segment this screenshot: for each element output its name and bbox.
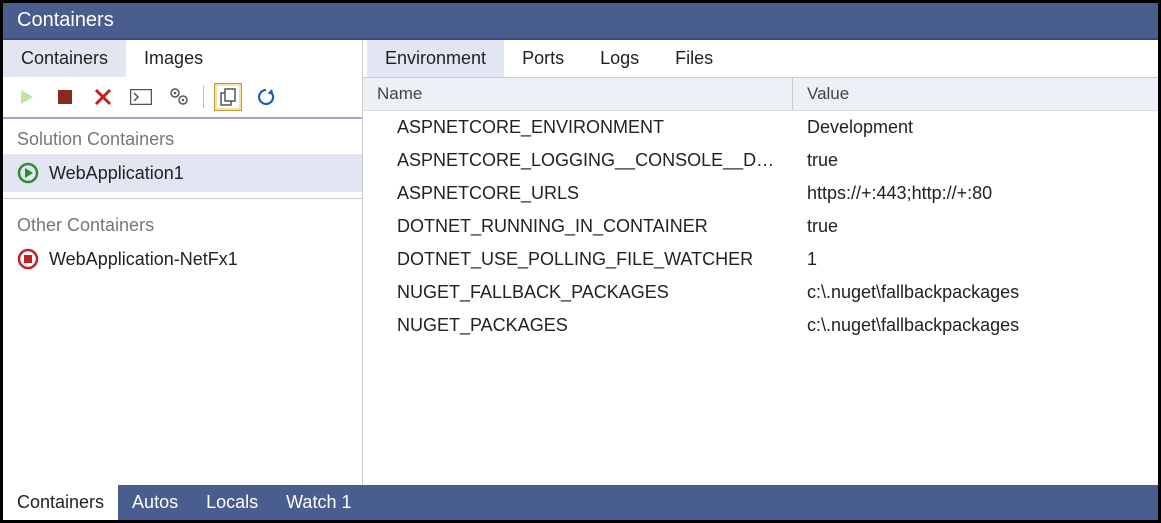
detail-tabstrip: Environment Ports Logs Files <box>363 40 1158 77</box>
env-row[interactable]: ASPNETCORE_URLShttps://+:443;http://+:80 <box>363 177 1158 210</box>
bottom-tab-autos[interactable]: Autos <box>118 485 192 520</box>
terminal-button[interactable] <box>127 83 155 111</box>
env-row[interactable]: DOTNET_RUNNING_IN_CONTAINERtrue <box>363 210 1158 243</box>
tab-ports[interactable]: Ports <box>504 40 582 77</box>
env-var-value: c:\.nuget\fallbackpackages <box>793 282 1158 303</box>
env-row[interactable]: ASPNETCORE_LOGGING__CONSOLE__DISA…true <box>363 144 1158 177</box>
env-var-value: c:\.nuget\fallbackpackages <box>793 315 1158 336</box>
env-var-name: DOTNET_USE_POLLING_FILE_WATCHER <box>363 249 793 270</box>
container-item-label: WebApplication-NetFx1 <box>49 249 238 270</box>
solution-containers-header: Solution Containers <box>3 119 362 154</box>
env-var-name: ASPNETCORE_ENVIRONMENT <box>363 117 793 138</box>
column-header-name[interactable]: Name <box>363 78 793 110</box>
env-grid-body: ASPNETCORE_ENVIRONMENTDevelopmentASPNETC… <box>363 111 1158 485</box>
env-row[interactable]: NUGET_PACKAGESc:\.nuget\fallbackpackages <box>363 309 1158 342</box>
settings-button[interactable] <box>165 83 193 111</box>
env-var-name: NUGET_PACKAGES <box>363 315 793 336</box>
env-grid-header: Name Value <box>363 77 1158 111</box>
right-panel: Environment Ports Logs Files Name Value … <box>363 40 1158 485</box>
left-panel: Containers Images <box>3 40 363 485</box>
tab-environment[interactable]: Environment <box>367 40 504 77</box>
container-item-webapplication1[interactable]: WebApplication1 <box>3 154 362 192</box>
env-row[interactable]: DOTNET_USE_POLLING_FILE_WATCHER1 <box>363 243 1158 276</box>
tab-images[interactable]: Images <box>126 40 221 77</box>
main-area: Containers Images <box>3 40 1158 485</box>
bottom-tab-locals[interactable]: Locals <box>192 485 272 520</box>
bottom-tabstrip: Containers Autos Locals Watch 1 <box>3 485 1158 520</box>
section-divider <box>3 198 362 199</box>
env-var-value: https://+:443;http://+:80 <box>793 183 1158 204</box>
delete-button[interactable] <box>89 83 117 111</box>
env-var-value: true <box>793 216 1158 237</box>
column-header-value[interactable]: Value <box>793 78 1158 110</box>
tab-containers[interactable]: Containers <box>3 40 126 77</box>
tab-logs[interactable]: Logs <box>582 40 657 77</box>
status-running-icon <box>17 162 39 184</box>
env-var-name: NUGET_FALLBACK_PACKAGES <box>363 282 793 303</box>
bottom-tab-watch1[interactable]: Watch 1 <box>272 485 365 520</box>
start-button[interactable] <box>13 83 41 111</box>
env-var-value: 1 <box>793 249 1158 270</box>
env-var-value: true <box>793 150 1158 171</box>
env-row[interactable]: ASPNETCORE_ENVIRONMENTDevelopment <box>363 111 1158 144</box>
refresh-button[interactable] <box>252 83 280 111</box>
env-row[interactable]: NUGET_FALLBACK_PACKAGESc:\.nuget\fallbac… <box>363 276 1158 309</box>
other-containers-header: Other Containers <box>3 205 362 240</box>
copy-button[interactable] <box>214 83 242 111</box>
left-tabstrip: Containers Images <box>3 40 362 77</box>
window-title: Containers <box>3 3 1158 40</box>
bottom-tab-containers[interactable]: Containers <box>3 485 118 520</box>
env-var-name: ASPNETCORE_LOGGING__CONSOLE__DISA… <box>363 150 793 171</box>
container-item-webapplication-netfx1[interactable]: WebApplication-NetFx1 <box>3 240 362 278</box>
tab-files[interactable]: Files <box>657 40 731 77</box>
env-var-value: Development <box>793 117 1158 138</box>
container-toolbar <box>3 77 362 119</box>
env-var-name: DOTNET_RUNNING_IN_CONTAINER <box>363 216 793 237</box>
env-var-name: ASPNETCORE_URLS <box>363 183 793 204</box>
toolbar-separator <box>203 86 204 108</box>
container-item-label: WebApplication1 <box>49 163 184 184</box>
containers-window: Containers Containers Images <box>0 0 1161 523</box>
status-stopped-icon <box>17 248 39 270</box>
stop-button[interactable] <box>51 83 79 111</box>
